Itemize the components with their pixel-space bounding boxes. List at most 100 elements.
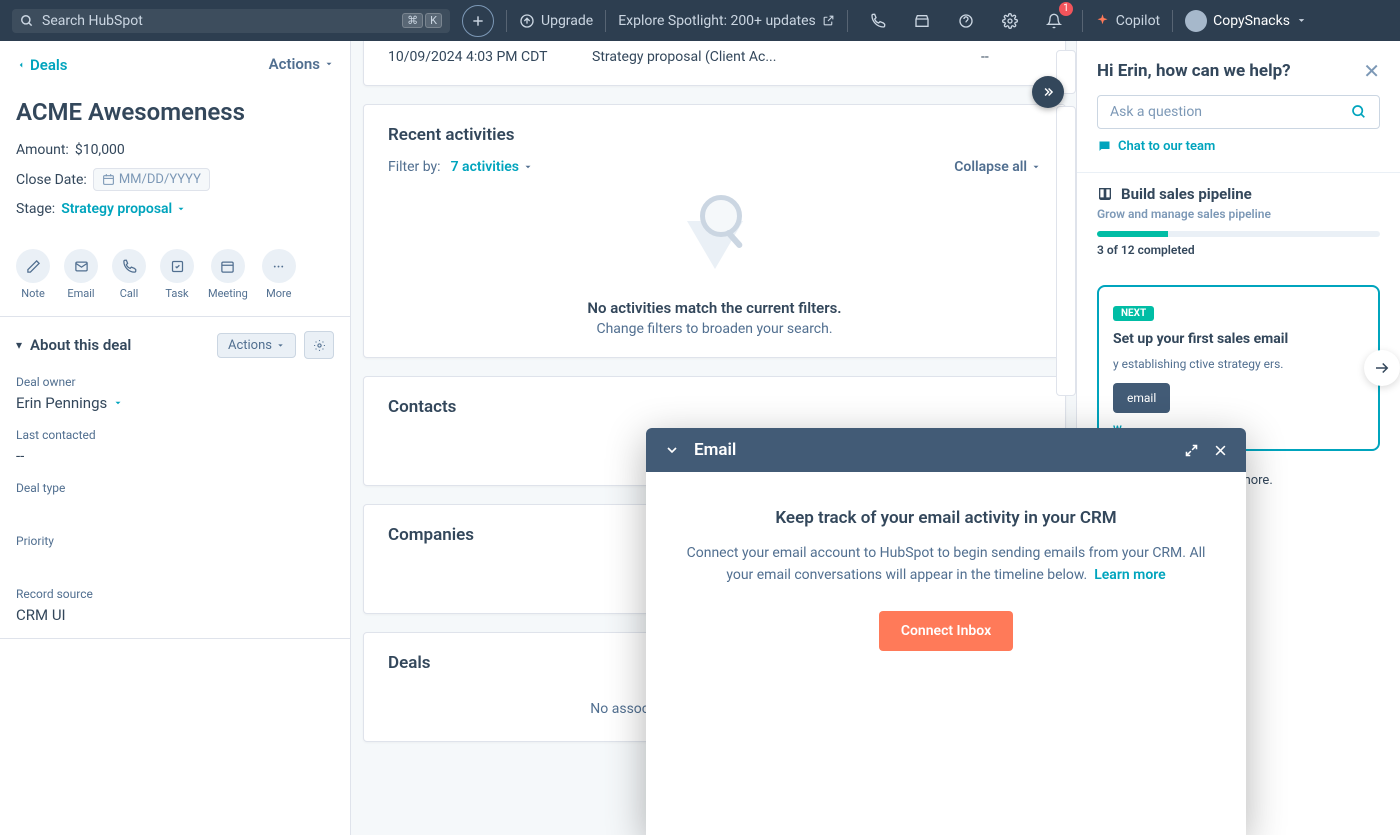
next-card-arrow[interactable] (1364, 350, 1400, 386)
modal-body-title: Keep track of your email activity in you… (686, 508, 1206, 528)
search-icon (20, 14, 34, 28)
stage-row: Stage: Strategy proposal (16, 201, 334, 217)
stage-dropdown[interactable]: Strategy proposal (61, 201, 186, 217)
settings-icon-button[interactable] (994, 5, 1026, 37)
empty-subtitle: Change filters to broaden your search. (388, 321, 1041, 337)
filter-dropdown[interactable]: 7 activities (451, 159, 533, 175)
progress-bar (1097, 231, 1380, 237)
close-date-row: Close Date: MM/DD/YYYY (16, 168, 334, 191)
ticket-body: y establishing ctive strategy ers. (1113, 355, 1364, 373)
qa-meeting[interactable]: Meeting (208, 249, 248, 300)
back-deals-link[interactable]: Deals (16, 56, 68, 74)
calendar-icon (220, 259, 235, 274)
field-deal-owner: Deal owner Erin Pennings (16, 375, 334, 412)
sparkle-icon (1095, 13, 1110, 28)
modal-body-text: Connect your email account to HubSpot to… (686, 542, 1206, 587)
qa-task[interactable]: Task (160, 249, 194, 300)
help-search[interactable] (1097, 95, 1380, 129)
calendar-icon (102, 173, 115, 186)
close-help-button[interactable]: ✕ (1363, 59, 1380, 83)
email-compose-modal: Email Keep track of your email activity … (646, 428, 1246, 835)
about-collapse-toggle[interactable]: ▾ (16, 338, 22, 352)
qa-email[interactable]: Email (64, 249, 98, 300)
help-greeting: Hi Erin, how can we help? (1097, 61, 1363, 81)
qa-note[interactable]: Note (16, 249, 50, 300)
upgrade-icon (519, 13, 535, 29)
marketplace-icon-button[interactable] (906, 5, 938, 37)
close-icon (1213, 443, 1228, 458)
field-deal-type: Deal type (16, 481, 334, 518)
field-last-contacted: Last contacted -- (16, 428, 334, 465)
filter-label: Filter by: (388, 159, 441, 175)
upgrade-button[interactable]: Upgrade (519, 13, 593, 29)
nav-divider (1172, 10, 1173, 32)
chevron-down-icon (523, 162, 533, 172)
divider (0, 638, 350, 639)
spotlight-link[interactable]: Explore Spotlight: 200+ updates (618, 13, 835, 29)
connect-inbox-button[interactable]: Connect Inbox (879, 611, 1013, 651)
nav-divider (847, 10, 848, 32)
plus-icon (471, 14, 485, 28)
chevron-down-icon (113, 398, 123, 408)
nav-divider (605, 10, 606, 32)
envelope-icon (74, 259, 89, 274)
book-icon (1097, 186, 1113, 202)
chevron-down-icon (276, 341, 285, 350)
qa-more[interactable]: More (262, 249, 296, 300)
collapse-all-button[interactable]: Collapse all (954, 159, 1041, 175)
close-date-input[interactable]: MM/DD/YYYY (93, 168, 210, 191)
modal-title: Email (694, 440, 1170, 460)
notification-count: 1 (1059, 2, 1073, 16)
nav-divider (506, 10, 507, 32)
chevron-down-icon (1031, 162, 1041, 172)
about-actions-button[interactable]: Actions (217, 333, 296, 358)
store-icon (914, 13, 930, 29)
account-menu[interactable]: CopySnacks (1185, 10, 1307, 32)
empty-title: No activities match the current filters. (388, 299, 1041, 317)
global-search[interactable]: ⌘ K (12, 9, 450, 33)
gear-icon (1002, 13, 1018, 29)
deal-owner-select[interactable]: Erin Pennings (16, 394, 123, 412)
double-chevron-right-icon (1041, 85, 1055, 99)
next-badge: NEXT (1113, 306, 1154, 321)
field-record-source: Record source CRM UI (16, 587, 334, 624)
help-icon-button[interactable] (950, 5, 982, 37)
progress-fill (1097, 231, 1168, 237)
expand-panel-button[interactable] (1032, 76, 1064, 108)
close-modal-button[interactable] (1213, 443, 1228, 458)
notifications-button[interactable]: 1 (1038, 5, 1070, 37)
about-settings-button[interactable] (304, 331, 334, 359)
deal-actions-dropdown[interactable]: Actions (269, 55, 334, 73)
copilot-button[interactable]: Copilot (1095, 13, 1160, 29)
kbd-shortcut: ⌘ K (402, 13, 442, 28)
learn-more-link[interactable]: Learn more (1094, 567, 1165, 583)
phone-icon (122, 259, 137, 274)
create-button[interactable] (462, 5, 494, 37)
amount-row: Amount: $10,000 (16, 142, 334, 158)
history-card: 10/09/2024 4:03 PM CDT Strategy proposal… (363, 41, 1066, 86)
chevron-down-icon (176, 204, 186, 214)
ticket-cta[interactable]: email (1113, 383, 1170, 413)
guide-title: Build sales pipeline (1097, 185, 1380, 203)
chat-team-link[interactable]: Chat to our team (1097, 139, 1380, 154)
expand-modal-button[interactable] (1184, 443, 1199, 458)
arrow-right-icon (1373, 359, 1391, 377)
pencil-icon (26, 259, 41, 274)
chat-icon (1097, 139, 1112, 154)
qa-call[interactable]: Call (112, 249, 146, 300)
expand-icon (1184, 443, 1199, 458)
deal-title: ACME Awesomeness (16, 98, 334, 126)
checklist-icon (170, 259, 185, 274)
chevron-left-icon (16, 60, 26, 70)
help-search-input[interactable] (1110, 104, 1351, 120)
about-heading: About this deal (30, 336, 209, 354)
collapsed-card-sliver (1056, 106, 1076, 396)
dots-icon (271, 259, 286, 274)
guide-subtitle: Grow and manage sales pipeline (1097, 207, 1380, 221)
minimize-modal-button[interactable] (664, 442, 680, 458)
phone-icon-button[interactable] (862, 5, 894, 37)
chevron-down-icon (324, 59, 334, 69)
nav-divider (1082, 10, 1083, 32)
search-input[interactable] (42, 13, 394, 29)
next-step-card: NEXT Set up your first sales email y est… (1097, 285, 1380, 451)
